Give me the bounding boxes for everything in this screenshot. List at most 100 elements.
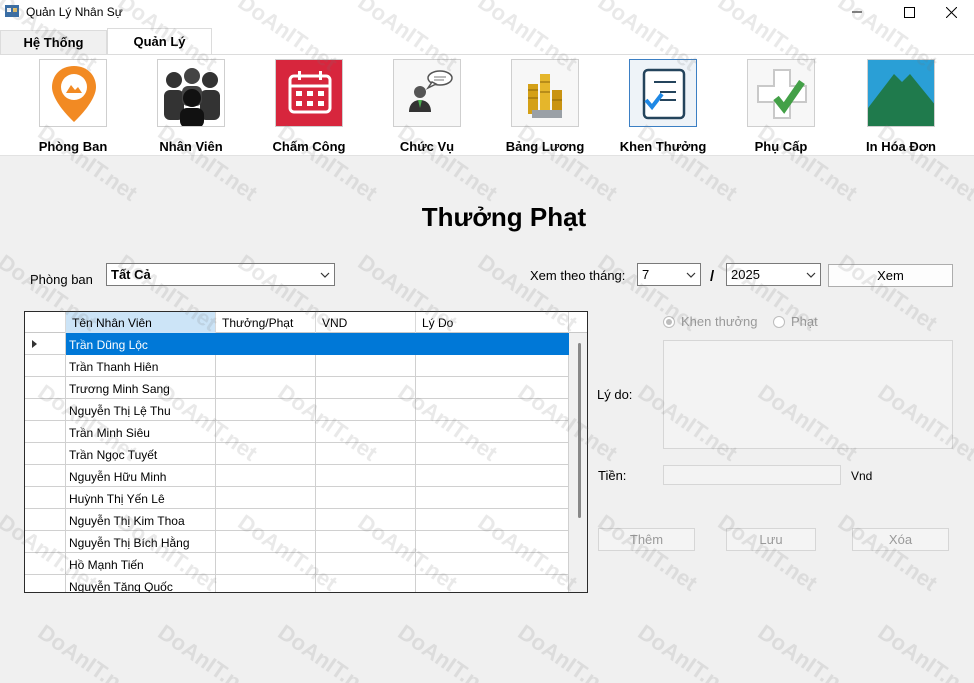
ribbon-phu-cap-button[interactable]: Phụ Cấp	[726, 59, 836, 155]
scrollbar-thumb[interactable]	[578, 343, 581, 518]
vnd-cell[interactable]	[316, 333, 416, 355]
reward-radio[interactable]: Khen thưởng	[663, 314, 758, 329]
reason-cell[interactable]	[416, 575, 569, 592]
vnd-cell[interactable]	[316, 487, 416, 509]
ribbon-phong-ban-button[interactable]: Phòng Ban	[18, 59, 128, 155]
reward-cell[interactable]	[216, 443, 316, 465]
reward-cell[interactable]	[216, 531, 316, 553]
employee-name-cell[interactable]: Nguyễn Hữu Minh	[66, 465, 216, 487]
table-row[interactable]: Nguyễn Hữu Minh	[25, 465, 569, 487]
row-header[interactable]	[25, 399, 66, 421]
employee-name-cell[interactable]: Nguyễn Thị Kim Thoa	[66, 509, 216, 531]
employee-name-cell[interactable]: Trần Ngọc Tuyết	[66, 443, 216, 465]
reward-cell[interactable]	[216, 575, 316, 592]
employee-name-cell[interactable]: Trần Dũng Lộc	[66, 333, 216, 355]
reason-cell[interactable]	[416, 377, 569, 399]
reason-textarea[interactable]	[663, 340, 953, 449]
table-row[interactable]: Nguyễn Thị Kim Thoa	[25, 509, 569, 531]
column-header-name[interactable]: Tên Nhân Viên	[66, 312, 216, 333]
delete-button[interactable]: Xóa	[852, 528, 949, 551]
row-header[interactable]	[25, 509, 66, 531]
row-header[interactable]	[25, 421, 66, 443]
table-row[interactable]: Nguyễn Thị Lệ Thu	[25, 399, 569, 421]
reward-cell[interactable]	[216, 399, 316, 421]
maximize-button[interactable]	[886, 0, 932, 24]
year-select[interactable]: 2025	[726, 263, 821, 286]
reward-cell[interactable]	[216, 465, 316, 487]
reward-cell[interactable]	[216, 487, 316, 509]
reward-cell[interactable]	[216, 333, 316, 355]
row-header[interactable]	[25, 377, 66, 399]
ribbon-cham-cong-button[interactable]: Chấm Công	[254, 59, 364, 155]
vnd-cell[interactable]	[316, 509, 416, 531]
row-header[interactable]	[25, 487, 66, 509]
close-button[interactable]	[928, 0, 974, 24]
table-row[interactable]: Trương Minh Sang	[25, 377, 569, 399]
reason-cell[interactable]	[416, 487, 569, 509]
table-row[interactable]: Trần Minh Siêu	[25, 421, 569, 443]
table-row[interactable]: Nguyễn Thị Bích Hằng	[25, 531, 569, 553]
reason-cell[interactable]	[416, 509, 569, 531]
employee-name-cell[interactable]: Trần Thanh Hiên	[66, 355, 216, 377]
column-header-vnd[interactable]: VND	[316, 312, 416, 333]
minimize-button[interactable]	[834, 0, 880, 24]
employee-name-cell[interactable]: Nguyễn Thị Lệ Thu	[66, 399, 216, 421]
reason-cell[interactable]	[416, 531, 569, 553]
add-button[interactable]: Thêm	[598, 528, 695, 551]
vertical-scrollbar[interactable]	[573, 333, 587, 592]
ribbon-chuc-vu-button[interactable]: Chức Vụ	[372, 59, 482, 155]
reason-cell[interactable]	[416, 355, 569, 377]
employee-name-cell[interactable]: Trần Minh Siêu	[66, 421, 216, 443]
ribbon-in-hoa-don-button[interactable]: In Hóa Đơn	[846, 59, 956, 155]
vnd-cell[interactable]	[316, 377, 416, 399]
month-select[interactable]: 7	[637, 263, 701, 286]
row-header[interactable]	[25, 575, 66, 592]
reason-cell[interactable]	[416, 553, 569, 575]
row-header[interactable]	[25, 333, 66, 355]
employee-name-cell[interactable]: Nguyễn Tăng Quốc	[66, 575, 216, 592]
employee-name-cell[interactable]: Hồ Mạnh Tiến	[66, 553, 216, 575]
vnd-cell[interactable]	[316, 553, 416, 575]
table-row[interactable]: Trần Thanh Hiên	[25, 355, 569, 377]
tab-he-thong[interactable]: Hệ Thống	[0, 30, 107, 54]
reason-cell[interactable]	[416, 465, 569, 487]
employee-grid[interactable]: Tên Nhân Viên Thưởng/Phạt VND Lý Do Trần…	[24, 311, 588, 593]
reward-cell[interactable]	[216, 377, 316, 399]
column-header-reward[interactable]: Thưởng/Phạt	[216, 312, 316, 333]
reward-cell[interactable]	[216, 421, 316, 443]
reward-cell[interactable]	[216, 355, 316, 377]
vnd-cell[interactable]	[316, 399, 416, 421]
penalty-radio[interactable]: Phạt	[773, 314, 818, 329]
department-select[interactable]: Tất Cả	[106, 263, 335, 286]
save-button[interactable]: Lưu	[726, 528, 816, 551]
row-header[interactable]	[25, 443, 66, 465]
money-input[interactable]	[663, 465, 841, 485]
table-row[interactable]: Trần Dũng Lộc	[25, 333, 569, 355]
table-row[interactable]: Nguyễn Tăng Quốc	[25, 575, 569, 592]
row-header[interactable]	[25, 553, 66, 575]
row-header[interactable]	[25, 355, 66, 377]
row-header[interactable]	[25, 531, 66, 553]
table-row[interactable]: Trần Ngọc Tuyết	[25, 443, 569, 465]
table-row[interactable]: Huỳnh Thị Yến Lê	[25, 487, 569, 509]
ribbon-nhan-vien-button[interactable]: Nhân Viên	[136, 59, 246, 155]
employee-name-cell[interactable]: Nguyễn Thị Bích Hằng	[66, 531, 216, 553]
tab-quan-ly[interactable]: Quản Lý	[107, 28, 212, 54]
vnd-cell[interactable]	[316, 443, 416, 465]
vnd-cell[interactable]	[316, 575, 416, 592]
view-button[interactable]: Xem	[828, 264, 953, 287]
reward-cell[interactable]	[216, 509, 316, 531]
vnd-cell[interactable]	[316, 531, 416, 553]
column-header-reason[interactable]: Lý Do	[416, 312, 569, 333]
reason-cell[interactable]	[416, 399, 569, 421]
employee-name-cell[interactable]: Huỳnh Thị Yến Lê	[66, 487, 216, 509]
vnd-cell[interactable]	[316, 465, 416, 487]
reason-cell[interactable]	[416, 333, 569, 355]
row-header[interactable]	[25, 465, 66, 487]
reason-cell[interactable]	[416, 443, 569, 465]
ribbon-bang-luong-button[interactable]: Bảng Lương	[490, 59, 600, 155]
employee-name-cell[interactable]: Trương Minh Sang	[66, 377, 216, 399]
reward-cell[interactable]	[216, 553, 316, 575]
reason-cell[interactable]	[416, 421, 569, 443]
vnd-cell[interactable]	[316, 355, 416, 377]
